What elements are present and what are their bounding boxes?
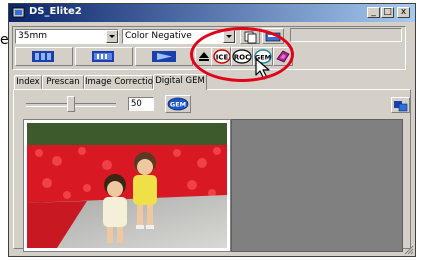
tab-index[interactable]: Index: [14, 75, 42, 89]
gem-value: 50: [131, 99, 142, 109]
tab-label: Prescan: [46, 77, 80, 87]
tab-digital-gem[interactable]: Digital GEM: [153, 74, 207, 90]
prescan-icon: [92, 51, 114, 62]
maximize-icon: □: [383, 7, 392, 17]
gem-slider-thumb[interactable]: [67, 96, 75, 112]
window-title: DS_Elite2: [29, 6, 82, 17]
info-field: [290, 28, 402, 42]
gem-value-field[interactable]: 50: [128, 97, 154, 111]
gem-apply-button[interactable]: GEM: [165, 95, 191, 113]
preview-image-frame: [23, 119, 231, 252]
film-format-select[interactable]: 35mm: [15, 29, 119, 44]
tab-label: Image Correction: [85, 77, 159, 87]
tab-prescan[interactable]: Prescan: [42, 75, 84, 89]
preview-photo: [27, 123, 227, 248]
tab-image-correction[interactable]: Image Correction: [84, 75, 158, 89]
index-scan-button[interactable]: [15, 47, 73, 66]
tab-label: Index: [16, 77, 40, 87]
gem-apply-label: GEM: [170, 101, 186, 109]
title-bar[interactable]: DS_Elite2 _ □ x: [9, 4, 415, 22]
maximize-button[interactable]: □: [381, 7, 394, 18]
empty-preview-area: [231, 119, 403, 252]
compare-icon: [394, 101, 408, 112]
index-scan-icon: [32, 51, 54, 62]
app-icon: [12, 7, 25, 18]
tab-label: Digital GEM: [155, 76, 205, 86]
chevron-down-icon[interactable]: [106, 30, 118, 43]
compare-view-button[interactable]: [391, 97, 410, 113]
minimize-icon: _: [371, 7, 376, 17]
scan-button[interactable]: [135, 47, 193, 66]
film-type-value: Color Negative: [125, 31, 192, 41]
close-icon: x: [400, 7, 407, 17]
close-button[interactable]: x: [397, 7, 410, 18]
scan-icon: [152, 51, 176, 62]
film-format-value: 35mm: [18, 31, 47, 41]
prescan-button[interactable]: [75, 47, 133, 66]
resize-grip-icon[interactable]: [403, 244, 414, 255]
gem-apply-icon: GEM: [167, 97, 189, 111]
minimize-button[interactable]: _: [367, 7, 380, 18]
